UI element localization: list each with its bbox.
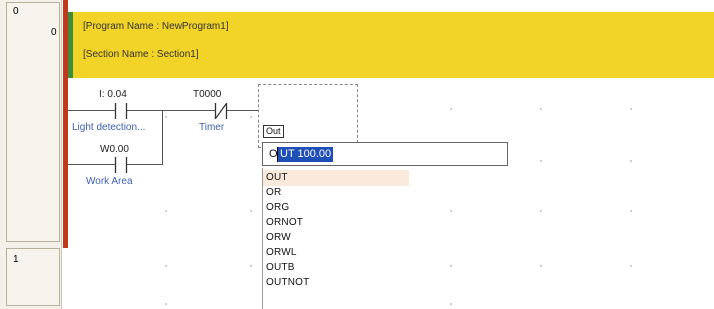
suggestion-item[interactable]: OUTNOT [266, 277, 309, 288]
nc-contact-icon [214, 103, 228, 119]
wire [68, 164, 115, 165]
program-header[interactable]: [Program Name : NewProgram1] [Section Na… [73, 12, 714, 78]
program-name: [Program Name : NewProgram1] [83, 21, 229, 32]
rung-cell-0[interactable]: 0 0 [6, 2, 60, 242]
instruction-cell[interactable] [258, 84, 358, 148]
ladder-editor[interactable]: 0 0 1 [Program Name : NewProgram1] [Sect… [0, 0, 714, 309]
wire [162, 110, 163, 165]
rung-number: 0 [13, 6, 19, 17]
wire [227, 110, 259, 111]
rung-number: 1 [13, 254, 19, 265]
contact-address: W0.00 [100, 144, 129, 155]
no-contact-icon [114, 157, 128, 173]
suggestion-item[interactable]: OR [266, 187, 281, 198]
contact-comment: Work Area [86, 176, 133, 187]
contact-address: I: 0.04 [99, 89, 127, 100]
instruction-tag: Out [263, 125, 284, 138]
autocomplete-selection: UT 100.00 [278, 147, 334, 162]
suggestion-item[interactable]: OUT [266, 172, 288, 183]
suggestion-item[interactable]: ORWL [266, 247, 297, 258]
contact-address: T0000 [193, 89, 222, 100]
wire [127, 164, 162, 165]
no-contact-icon [114, 103, 128, 119]
suggestion-item[interactable]: OUTB [266, 262, 295, 273]
suggestion-item[interactable]: ORW [266, 232, 291, 243]
section-name: [Section Name : Section1] [83, 49, 199, 60]
suggestion-item[interactable]: ORNOT [266, 217, 303, 228]
text-caret [277, 147, 278, 162]
wire [68, 110, 115, 111]
wire [127, 110, 215, 111]
rung-number-column: 0 0 1 [0, 0, 62, 309]
contact-comment: Timer [199, 122, 225, 133]
suggestion-item[interactable]: ORG [266, 202, 289, 213]
rung-cell-1[interactable]: 1 [6, 248, 60, 306]
instruction-entry-field[interactable]: O UT 100.00 [262, 142, 508, 166]
contact-comment: Light detection... [72, 122, 146, 133]
rung-step-number: 0 [51, 27, 57, 38]
instruction-suggestion-list[interactable]: OUT OR ORG ORNOT ORW ORWL OUTB OUTNOT [262, 168, 409, 309]
